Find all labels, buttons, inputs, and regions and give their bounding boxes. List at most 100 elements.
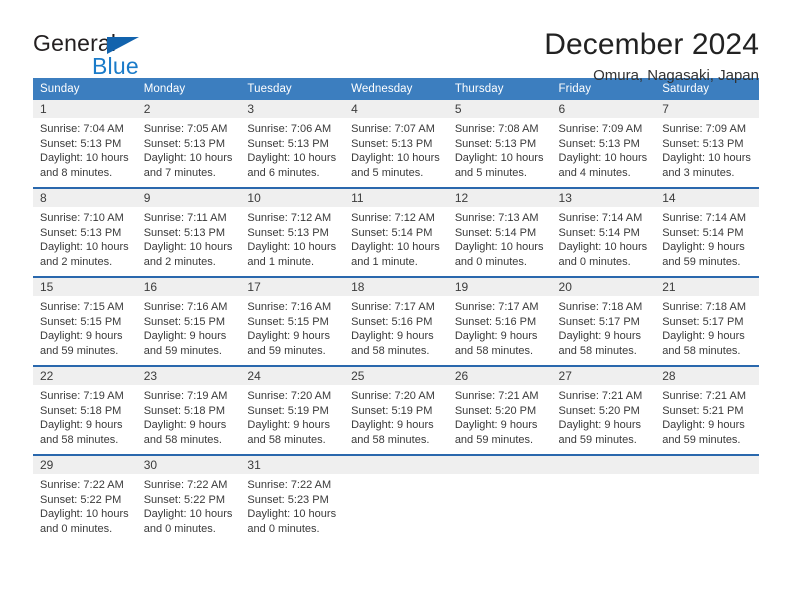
general-blue-logo[interactable]: General Blue [33, 27, 163, 79]
day-cell[interactable]: Sunrise: 7:15 AM Sunset: 5:15 PM Dayligh… [33, 296, 137, 366]
day-number[interactable]: 2 [136, 100, 241, 118]
day-number[interactable]: 26 [447, 365, 552, 385]
day-cell[interactable]: Sunrise: 7:10 AM Sunset: 5:13 PM Dayligh… [33, 207, 137, 277]
day-number[interactable]: 4 [344, 100, 448, 118]
day-cell[interactable]: Sunrise: 7:22 AM Sunset: 5:22 PM Dayligh… [136, 474, 241, 544]
day-number[interactable]: 5 [447, 100, 552, 118]
sunrise-text: Sunrise: 7:14 AM [558, 212, 643, 224]
day-number[interactable]: 20 [551, 276, 656, 296]
sunrise-text: Sunrise: 7:06 AM [247, 123, 332, 135]
day-cell[interactable]: Sunrise: 7:18 AM Sunset: 5:17 PM Dayligh… [551, 296, 656, 366]
day-number[interactable]: 24 [240, 365, 345, 385]
sunset-text: Sunset: 5:13 PM [143, 137, 226, 150]
sunrise-text: Sunrise: 7:05 AM [143, 123, 228, 135]
day-number[interactable]: 15 [33, 276, 137, 296]
day-cell[interactable]: Sunrise: 7:21 AM Sunset: 5:21 PM Dayligh… [655, 385, 759, 455]
daylight-text-line2: and 0 minutes. [247, 522, 320, 535]
day-cell[interactable]: Sunrise: 7:21 AM Sunset: 5:20 PM Dayligh… [551, 385, 656, 455]
day-number[interactable]: 25 [344, 365, 448, 385]
day-cell[interactable]: Sunrise: 7:22 AM Sunset: 5:23 PM Dayligh… [240, 474, 345, 544]
daylight-text-line1: Daylight: 10 hours [558, 152, 648, 165]
daylight-text-line1: Daylight: 9 hours [558, 330, 642, 343]
sunset-text: Sunset: 5:13 PM [247, 226, 329, 239]
day-number[interactable]: 16 [136, 276, 241, 296]
day-cell[interactable]: Sunrise: 7:06 AM Sunset: 5:13 PM Dayligh… [240, 118, 345, 188]
sunset-text: Sunset: 5:13 PM [40, 137, 122, 150]
calendar-page: General Blue December 2024 Omura, Nagasa… [0, 0, 792, 612]
day-cell[interactable]: Sunrise: 7:16 AM Sunset: 5:15 PM Dayligh… [136, 296, 241, 366]
day-cell[interactable]: Sunrise: 7:13 AM Sunset: 5:14 PM Dayligh… [447, 207, 552, 277]
daylight-text-line1: Daylight: 10 hours [143, 152, 233, 165]
day-number-empty [551, 454, 656, 474]
sunrise-text: Sunrise: 7:09 AM [662, 123, 746, 135]
daylight-text-line1: Daylight: 10 hours [40, 241, 129, 254]
day-number[interactable]: 1 [33, 100, 137, 118]
day-cell[interactable]: Sunrise: 7:14 AM Sunset: 5:14 PM Dayligh… [655, 207, 759, 277]
sunset-text: Sunset: 5:13 PM [662, 137, 744, 150]
daylight-text-line2: and 2 minutes. [40, 255, 113, 268]
sunrise-sunset-calendar: Sunday Monday Tuesday Wednesday Thursday… [33, 78, 759, 544]
day-cell[interactable]: Sunrise: 7:19 AM Sunset: 5:18 PM Dayligh… [136, 385, 241, 455]
day-number[interactable]: 28 [655, 365, 759, 385]
sunset-text: Sunset: 5:13 PM [454, 137, 537, 150]
day-number[interactable]: 14 [655, 187, 759, 207]
daylight-text-line2: and 58 minutes. [662, 344, 741, 357]
day-number[interactable]: 12 [447, 187, 552, 207]
day-cell[interactable]: Sunrise: 7:17 AM Sunset: 5:16 PM Dayligh… [344, 296, 448, 366]
day-number[interactable]: 17 [240, 276, 345, 296]
day-cell-empty [447, 474, 552, 544]
day-number[interactable]: 23 [136, 365, 241, 385]
day-cell[interactable]: Sunrise: 7:05 AM Sunset: 5:13 PM Dayligh… [136, 118, 241, 188]
weekday-header-monday: Monday [136, 78, 241, 100]
day-cell[interactable]: Sunrise: 7:17 AM Sunset: 5:16 PM Dayligh… [447, 296, 552, 366]
day-cell[interactable]: Sunrise: 7:18 AM Sunset: 5:17 PM Dayligh… [655, 296, 759, 366]
day-number[interactable]: 18 [344, 276, 448, 296]
day-cell[interactable]: Sunrise: 7:07 AM Sunset: 5:13 PM Dayligh… [344, 118, 448, 188]
day-number[interactable]: 27 [551, 365, 656, 385]
sunset-text: Sunset: 5:15 PM [40, 315, 122, 328]
week-1-day-details: Sunrise: 7:04 AM Sunset: 5:13 PM Dayligh… [33, 118, 759, 188]
daylight-text-line1: Daylight: 10 hours [662, 152, 751, 165]
day-cell[interactable]: Sunrise: 7:11 AM Sunset: 5:13 PM Dayligh… [136, 207, 241, 277]
day-number[interactable]: 21 [655, 276, 759, 296]
day-number[interactable]: 10 [240, 187, 345, 207]
daylight-text-line1: Daylight: 9 hours [558, 419, 642, 432]
sunrise-text: Sunrise: 7:22 AM [40, 479, 124, 491]
sunrise-text: Sunrise: 7:22 AM [247, 479, 332, 491]
day-cell[interactable]: Sunrise: 7:21 AM Sunset: 5:20 PM Dayligh… [447, 385, 552, 455]
day-number[interactable]: 3 [240, 100, 345, 118]
day-cell[interactable]: Sunrise: 7:09 AM Sunset: 5:13 PM Dayligh… [655, 118, 759, 188]
logo-text-blue: Blue [92, 53, 139, 79]
day-cell[interactable]: Sunrise: 7:19 AM Sunset: 5:18 PM Dayligh… [33, 385, 137, 455]
day-cell[interactable]: Sunrise: 7:04 AM Sunset: 5:13 PM Dayligh… [33, 118, 137, 188]
sunset-text: Sunset: 5:14 PM [558, 226, 640, 239]
day-number[interactable]: 22 [33, 365, 137, 385]
sunrise-text: Sunrise: 7:04 AM [40, 123, 124, 135]
day-cell[interactable]: Sunrise: 7:08 AM Sunset: 5:13 PM Dayligh… [447, 118, 552, 188]
day-number[interactable]: 30 [136, 454, 241, 474]
day-number[interactable]: 31 [240, 454, 345, 474]
calendar-week-2: 8 9 10 11 12 13 14 Sunrise: 7:10 AM Suns… [33, 187, 759, 277]
day-cell[interactable]: Sunrise: 7:09 AM Sunset: 5:13 PM Dayligh… [551, 118, 656, 188]
day-number[interactable]: 9 [136, 187, 241, 207]
day-number[interactable]: 6 [551, 100, 656, 118]
daylight-text-line1: Daylight: 9 hours [351, 419, 434, 432]
day-number[interactable]: 19 [447, 276, 552, 296]
day-cell[interactable]: Sunrise: 7:20 AM Sunset: 5:19 PM Dayligh… [240, 385, 345, 455]
day-cell[interactable]: Sunrise: 7:16 AM Sunset: 5:15 PM Dayligh… [240, 296, 345, 366]
daylight-text-line2: and 1 minute. [351, 255, 418, 268]
day-cell[interactable]: Sunrise: 7:12 AM Sunset: 5:13 PM Dayligh… [240, 207, 345, 277]
weekday-header-thursday: Thursday [447, 78, 552, 100]
sunrise-text: Sunrise: 7:20 AM [351, 390, 435, 402]
day-cell[interactable]: Sunrise: 7:14 AM Sunset: 5:14 PM Dayligh… [551, 207, 656, 277]
day-number[interactable]: 8 [33, 187, 137, 207]
day-number[interactable]: 29 [33, 454, 137, 474]
week-1-day-numbers: 1 2 3 4 5 6 7 [33, 100, 759, 118]
day-cell[interactable]: Sunrise: 7:20 AM Sunset: 5:19 PM Dayligh… [344, 385, 448, 455]
day-cell[interactable]: Sunrise: 7:12 AM Sunset: 5:14 PM Dayligh… [344, 207, 448, 277]
day-cell[interactable]: Sunrise: 7:22 AM Sunset: 5:22 PM Dayligh… [33, 474, 137, 544]
sunrise-text: Sunrise: 7:20 AM [247, 390, 332, 402]
day-number[interactable]: 7 [655, 100, 759, 118]
day-number[interactable]: 11 [344, 187, 448, 207]
day-number[interactable]: 13 [551, 187, 656, 207]
